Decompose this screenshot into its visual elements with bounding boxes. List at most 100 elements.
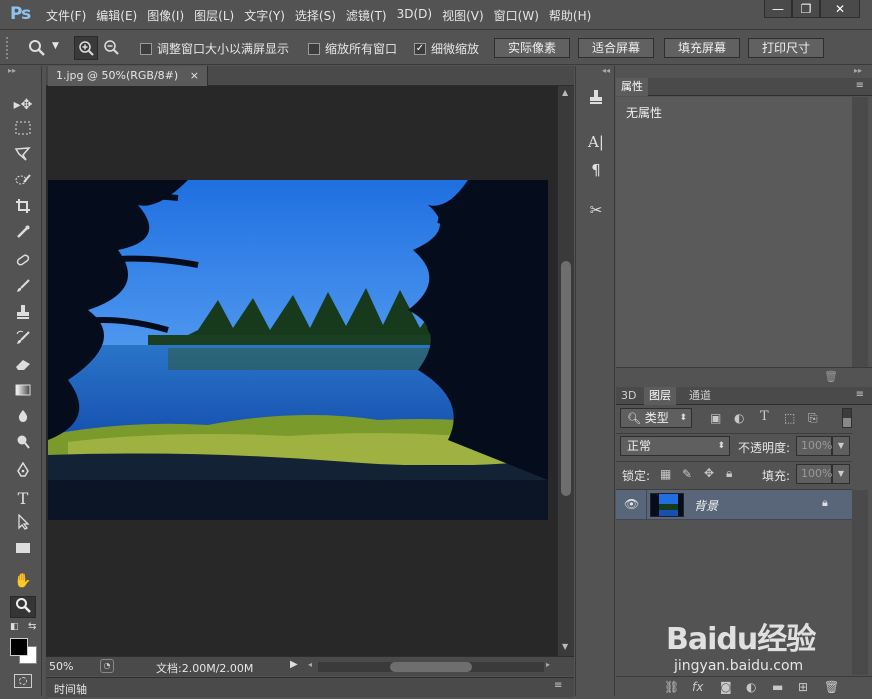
dodge-tool-icon[interactable]	[10, 434, 36, 456]
clone-stamp-tool-icon[interactable]	[10, 304, 36, 326]
filter-toggle-switch[interactable]	[842, 408, 852, 428]
filter-pixel-layer-icon[interactable]: ▣	[710, 411, 721, 425]
minimize-button[interactable]: —	[764, 0, 792, 18]
marquee-tool-icon[interactable]	[10, 120, 36, 142]
healing-brush-tool-icon[interactable]	[10, 252, 36, 274]
tab-3d[interactable]: 3D	[616, 387, 641, 405]
document-canvas-image[interactable]	[48, 180, 548, 520]
eraser-tool-icon[interactable]	[10, 356, 36, 378]
move-tool-icon[interactable]: ▸✥	[10, 94, 36, 116]
delete-layer-icon[interactable]: 🗑	[824, 680, 839, 694]
filter-type-layer-icon[interactable]: T	[760, 409, 769, 424]
vertical-scroll-thumb[interactable]	[561, 261, 571, 496]
foreground-color-swatch[interactable]	[10, 638, 28, 656]
canvas-vertical-scrollbar[interactable]: ▲ ▼	[558, 86, 574, 656]
paragraph-panel-icon[interactable]: ¶	[584, 158, 608, 182]
tab-layers[interactable]: 图层	[644, 387, 676, 405]
rectangle-tool-icon[interactable]	[10, 540, 36, 562]
new-adjustment-layer-icon[interactable]: ◐	[746, 680, 756, 694]
preset-dropdown-icon[interactable]: ▼	[52, 41, 59, 51]
layer-name[interactable]: 背景	[694, 497, 718, 514]
hscroll-right-icon[interactable]: ▸	[546, 660, 550, 669]
filter-adjustment-layer-icon[interactable]: ◐	[734, 411, 744, 425]
zoom-all-option[interactable]: 缩放所有窗口	[308, 40, 397, 57]
zoom-all-checkbox[interactable]	[308, 42, 320, 55]
quick-mask-icon[interactable]	[14, 674, 32, 688]
actual-pixels-button[interactable]: 实际像素	[494, 38, 570, 58]
scroll-up-icon[interactable]: ▲	[562, 88, 568, 97]
menu-select[interactable]: 选择(S)	[295, 7, 336, 24]
hand-tool-icon[interactable]: ✋	[10, 570, 36, 592]
swap-colors-icon[interactable]: ⇆	[28, 621, 36, 632]
layer-visibility-eye-icon[interactable]: 👁︎	[624, 497, 639, 511]
type-tool-icon[interactable]: T	[10, 488, 36, 510]
blur-tool-icon[interactable]	[10, 408, 36, 430]
opacity-input[interactable]: 100%	[796, 436, 832, 456]
scroll-down-icon[interactable]: ▼	[562, 642, 568, 651]
menu-image[interactable]: 图像(I)	[147, 7, 184, 24]
brush-tool-icon[interactable]	[10, 278, 36, 300]
canvas-area[interactable]	[46, 86, 558, 656]
zoom-tool-icon[interactable]	[10, 596, 36, 618]
quick-selection-tool-icon[interactable]	[10, 172, 36, 194]
new-layer-icon[interactable]: ⊞	[798, 680, 808, 694]
blend-mode-dropdown[interactable]: 正常 ⬍	[620, 436, 730, 456]
opacity-dropdown-icon[interactable]: ▼	[832, 436, 850, 456]
zoom-tool-preset-icon[interactable]	[28, 39, 46, 61]
properties-panel-menu-icon[interactable]: ≡	[856, 80, 864, 91]
print-size-button[interactable]: 打印尺寸	[748, 38, 824, 58]
zoom-out-icon[interactable]	[100, 36, 122, 62]
menu-layer[interactable]: 图层(L)	[194, 7, 234, 24]
scrubby-zoom-checkbox[interactable]: ✓	[414, 42, 426, 55]
fill-screen-button[interactable]: 填充屏幕	[664, 38, 740, 58]
crop-tool-icon[interactable]	[10, 198, 36, 220]
add-mask-icon[interactable]: ◙	[720, 680, 732, 694]
menu-window[interactable]: 窗口(W)	[494, 7, 539, 24]
history-brush-tool-icon[interactable]	[10, 330, 36, 352]
status-info-icon[interactable]: ◔	[100, 659, 114, 673]
resize-windows-checkbox[interactable]	[140, 42, 152, 55]
pen-tool-icon[interactable]	[10, 461, 36, 484]
timeline-label[interactable]: 时间轴	[54, 681, 87, 697]
scrubby-zoom-option[interactable]: ✓ 细微缩放	[414, 40, 479, 57]
lock-transparent-pixels-icon[interactable]: ▦	[660, 467, 671, 481]
menu-3d[interactable]: 3D(D)	[397, 7, 432, 24]
lock-all-icon[interactable]: 🔒︎	[726, 466, 732, 481]
layers-panel-menu-icon[interactable]: ≡	[856, 389, 864, 400]
menu-edit[interactable]: 编辑(E)	[96, 7, 137, 24]
dock-expand-icon[interactable]: ◂◂	[602, 66, 610, 75]
properties-delete-icon[interactable]: 🗑	[824, 370, 838, 383]
eyedropper-tool-icon[interactable]	[10, 224, 36, 246]
new-group-icon[interactable]: ▬	[772, 680, 783, 694]
close-button[interactable]: ✕	[820, 0, 860, 18]
filter-smart-object-icon[interactable]: ⎘	[808, 411, 818, 426]
fill-dropdown-icon[interactable]: ▼	[832, 464, 850, 484]
timeline-panel-menu-icon[interactable]: ≡	[554, 680, 562, 691]
layer-filter-dropdown[interactable]: 🔍︎ 类型 ⬍	[620, 408, 692, 428]
toolbar-collapse-icon[interactable]: ▸▸	[8, 66, 16, 75]
fill-input[interactable]: 100%	[796, 464, 832, 484]
tool-presets-panel-icon[interactable]: ✂	[584, 198, 608, 222]
layer-row[interactable]: 👁︎ 背景 🔒︎	[616, 490, 852, 520]
path-selection-tool-icon[interactable]	[10, 513, 36, 536]
default-colors-icon[interactable]: ◧	[10, 622, 19, 632]
clone-source-panel-icon[interactable]	[584, 88, 608, 112]
document-tab[interactable]: 1.jpg @ 50%(RGB/8#) ×	[48, 66, 208, 86]
character-panel-icon[interactable]: A|	[584, 130, 608, 154]
lock-position-icon[interactable]: ✥	[704, 466, 714, 480]
lasso-tool-icon[interactable]	[10, 146, 36, 168]
tab-channels[interactable]: 通道	[684, 387, 716, 405]
right-dock-collapse-icon[interactable]: ▸▸	[854, 66, 862, 75]
horizontal-scroll-thumb[interactable]	[390, 662, 472, 672]
link-layers-icon[interactable]: ⛓	[664, 680, 679, 694]
lock-image-pixels-icon[interactable]: ✎	[682, 467, 692, 481]
zoom-level[interactable]: 50%	[49, 660, 73, 673]
layer-style-fx-icon[interactable]: fx	[692, 680, 703, 694]
properties-tab[interactable]: 属性	[616, 78, 648, 96]
status-menu-arrow-icon[interactable]: ▶	[290, 659, 298, 670]
canvas-horizontal-scrollbar[interactable]	[318, 662, 544, 672]
menu-filter[interactable]: 滤镜(T)	[346, 7, 387, 24]
restore-button[interactable]: ❐	[792, 0, 820, 18]
gradient-tool-icon[interactable]	[10, 382, 36, 404]
hscroll-left-icon[interactable]: ◂	[308, 660, 312, 669]
